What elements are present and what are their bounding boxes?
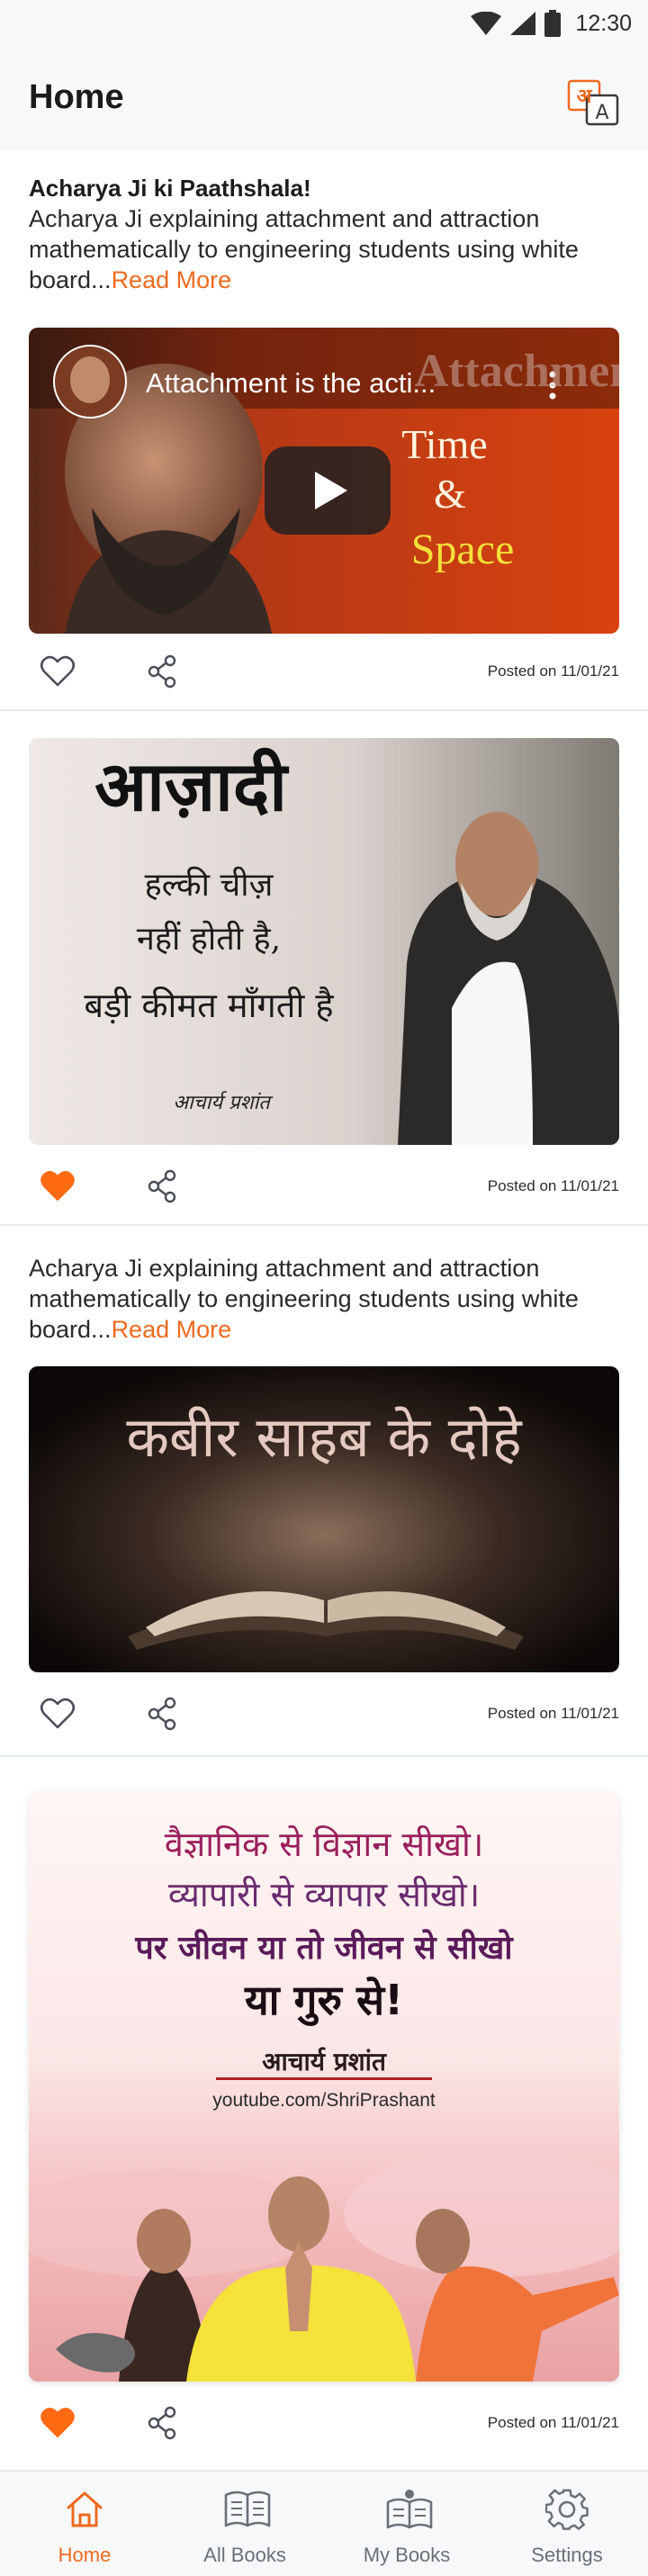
tab-label: Settings bbox=[531, 2544, 603, 2566]
image-line-1: वैज्ञानिक से विज्ञान सीखो। bbox=[165, 1824, 484, 1864]
video-overlay-time: Time bbox=[401, 421, 487, 467]
post-actions: Posted on 11/01/21 bbox=[29, 650, 619, 693]
posted-date: Posted on 11/01/21 bbox=[487, 662, 619, 680]
hindi-english-translate-icon[interactable]: अ A bbox=[567, 79, 621, 126]
post-description: Acharya Ji explaining attachment and att… bbox=[29, 203, 619, 295]
status-bar: 12:30 bbox=[0, 0, 648, 47]
heart-outline-icon[interactable] bbox=[40, 1698, 76, 1730]
image-signature: आचार्य प्रशांत bbox=[173, 1091, 274, 1114]
reader-book-icon bbox=[386, 2490, 433, 2529]
post-image[interactable]: वैज्ञानिक से विज्ञान सीखो। व्यापारी से व… bbox=[29, 1791, 619, 2382]
share-icon[interactable] bbox=[146, 2405, 178, 2441]
post-image-art: आज़ादी हल्की चीज़ नहीं होती है, बड़ी कीम… bbox=[29, 738, 619, 1145]
post-actions: Posted on 11/01/21 bbox=[29, 1165, 619, 1208]
heart-filled-icon[interactable] bbox=[40, 2407, 76, 2439]
image-headline: कबीर साहब के दोहे bbox=[126, 1404, 522, 1470]
play-icon[interactable] bbox=[265, 446, 391, 535]
post-image-art: कबीर साहब के दोहे bbox=[29, 1366, 619, 1672]
post-image[interactable]: कबीर साहब के दोहे bbox=[29, 1366, 619, 1672]
post-card: आज़ादी हल्की चीज़ नहीं होती है, बड़ी कीम… bbox=[0, 711, 648, 1226]
image-line-4: या गुरु से! bbox=[244, 1976, 403, 2027]
video-overlay-space: Space bbox=[411, 526, 515, 573]
post-actions: Posted on 11/01/21 bbox=[29, 2401, 619, 2445]
gear-icon bbox=[545, 2489, 589, 2530]
posted-date: Posted on 11/01/21 bbox=[487, 2414, 619, 2431]
share-icon[interactable] bbox=[146, 1696, 178, 1732]
read-more-link[interactable]: Read More bbox=[112, 1316, 232, 1343]
post-image-art: वैज्ञानिक से विज्ञान सीखो। व्यापारी से व… bbox=[29, 1791, 619, 2382]
tab-label: My Books bbox=[363, 2544, 451, 2566]
video-overlay-and: & bbox=[434, 471, 466, 517]
battery-icon bbox=[544, 10, 562, 37]
image-signature: आचार्य प्रशांत bbox=[262, 2047, 387, 2076]
bottom-tab-bar: Home All Books My Books Settings bbox=[0, 2470, 648, 2576]
lang-glyph-english: A bbox=[595, 102, 608, 124]
tab-label: Home bbox=[58, 2544, 112, 2566]
image-line-2: नहीं होती है, bbox=[137, 920, 281, 958]
post-image[interactable]: आज़ादी हल्की चीज़ नहीं होती है, बड़ी कीम… bbox=[29, 738, 619, 1145]
heart-outline-icon[interactable] bbox=[40, 655, 76, 688]
post-text: Acharya Ji explaining attachment and att… bbox=[29, 1253, 619, 1345]
app-header: Home अ A bbox=[0, 47, 648, 149]
image-line-3: बड़ी कीमत माँगती है bbox=[84, 986, 334, 1025]
tab-all-books[interactable]: All Books bbox=[164, 2472, 326, 2576]
status-time: 12:30 bbox=[575, 10, 632, 36]
image-line-3: पर जीवन या तो जीवन से सीखो bbox=[134, 1929, 514, 1967]
posted-date: Posted on 11/01/21 bbox=[487, 1705, 619, 1722]
post-actions: Posted on 11/01/21 bbox=[29, 1692, 619, 1735]
image-headline: आज़ादी bbox=[94, 746, 289, 826]
post-title: Acharya Ji ki Paathshala! bbox=[29, 175, 311, 202]
status-icons: 12:30 bbox=[471, 7, 632, 40]
post-description: Acharya Ji explaining attachment and att… bbox=[29, 1253, 619, 1345]
post-text: Acharya Ji ki Paathshala! Acharya Ji exp… bbox=[29, 173, 619, 295]
posted-date: Posted on 11/01/21 bbox=[487, 1177, 619, 1194]
tab-my-books[interactable]: My Books bbox=[326, 2472, 488, 2576]
read-more-link[interactable]: Read More bbox=[112, 266, 232, 293]
post-card: Acharya Ji ki Paathshala! Acharya Ji exp… bbox=[0, 149, 648, 711]
share-icon[interactable] bbox=[146, 653, 178, 689]
video-overlay-attachment: Attachment bbox=[415, 346, 619, 397]
wifi-icon bbox=[471, 12, 502, 35]
heart-filled-icon[interactable] bbox=[40, 1170, 76, 1202]
tab-settings[interactable]: Settings bbox=[486, 2472, 648, 2576]
post-card: Acharya Ji explaining attachment and att… bbox=[0, 1226, 648, 1757]
post-card: वैज्ञानिक से विज्ञान सीखो। व्यापारी से व… bbox=[0, 1757, 648, 2468]
tab-label: All Books bbox=[203, 2544, 286, 2566]
open-book-icon bbox=[224, 2490, 271, 2527]
home-icon bbox=[67, 2491, 103, 2527]
share-icon[interactable] bbox=[146, 1168, 178, 1204]
cellular-icon bbox=[510, 12, 536, 35]
video-title: Attachment is the acti... bbox=[146, 367, 436, 399]
lang-glyph-hindi: अ bbox=[577, 86, 593, 108]
image-url: youtube.com/ShriPrashant bbox=[212, 2090, 436, 2111]
video-thumbnail[interactable]: Attachment is the acti... Attachment Tim… bbox=[29, 328, 619, 634]
image-line-1: हल्की चीज़ bbox=[145, 866, 274, 904]
page-title: Home bbox=[29, 78, 124, 116]
tab-home[interactable]: Home bbox=[4, 2472, 166, 2576]
image-line-2: व्यापारी से व्यापार सीखो। bbox=[168, 1875, 480, 1914]
